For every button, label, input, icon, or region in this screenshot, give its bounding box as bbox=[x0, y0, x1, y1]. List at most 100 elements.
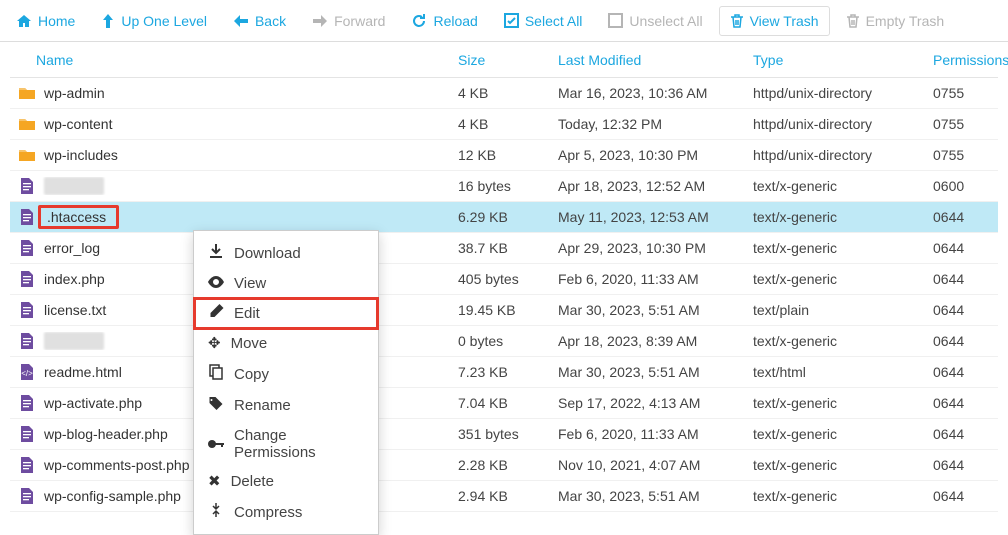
file-type: text/x-generic bbox=[745, 271, 925, 287]
file-size: 6.29 KB bbox=[450, 209, 550, 225]
col-name[interactable]: Name bbox=[10, 52, 450, 68]
empty-trash-label: Empty Trash bbox=[866, 13, 945, 29]
file-modified: Feb 6, 2020, 11:33 AM bbox=[550, 426, 745, 442]
ctx-change-permissions[interactable]: Change Permissions bbox=[194, 421, 378, 467]
file-type: text/x-generic bbox=[745, 395, 925, 411]
folder-icon bbox=[18, 115, 36, 133]
context-menu: Download View Edit ✥Move Copy Rename Change Pe… bbox=[193, 230, 379, 535]
file-modified: Mar 30, 2023, 5:51 AM bbox=[550, 488, 745, 504]
file-name: index.php bbox=[44, 271, 105, 287]
file-name: license.txt bbox=[44, 302, 106, 318]
file-type: text/x-generic bbox=[745, 333, 925, 349]
ctx-label: Copy bbox=[234, 366, 269, 383]
file-modified: Apr 29, 2023, 10:30 PM bbox=[550, 240, 745, 256]
x-icon: ✖ bbox=[208, 473, 221, 490]
ctx-label: Move bbox=[231, 335, 268, 352]
unselect-all-icon bbox=[608, 13, 623, 28]
home-button[interactable]: Home bbox=[6, 7, 85, 35]
file-perm: 0644 bbox=[925, 457, 1008, 473]
file-name: wp-config-sample.php bbox=[44, 488, 181, 504]
ctx-move[interactable]: ✥Move bbox=[194, 329, 378, 358]
ctx-compress[interactable]: Compress bbox=[194, 496, 378, 528]
back-label: Back bbox=[255, 13, 286, 29]
file-modified: Mar 30, 2023, 5:51 AM bbox=[550, 364, 745, 380]
file-modified: Apr 18, 2023, 12:52 AM bbox=[550, 178, 745, 194]
home-label: Home bbox=[38, 13, 75, 29]
table-row[interactable]: readme.html7.23 KBMar 30, 2023, 5:51 AMt… bbox=[10, 357, 998, 388]
view-trash-button[interactable]: View Trash bbox=[719, 6, 830, 36]
table-row[interactable]: wp-activate.php 7.04 KBSep 17, 2022, 4:13… bbox=[10, 388, 998, 419]
forward-arrow-icon bbox=[312, 14, 328, 28]
back-arrow-icon bbox=[233, 14, 249, 28]
back-button[interactable]: Back bbox=[223, 7, 296, 35]
file-icon bbox=[18, 456, 36, 474]
table-row[interactable]: .htaccess6.29 KBMay 11, 2023, 12:53 AMte… bbox=[10, 202, 998, 233]
reload-button[interactable]: Reload bbox=[401, 7, 487, 35]
unselect-all-label: Unselect All bbox=[629, 13, 702, 29]
file-icon bbox=[18, 487, 36, 505]
table-row[interactable]: license.txt19.45 KBMar 30, 2023, 5:51 AM… bbox=[10, 295, 998, 326]
table-row[interactable]: wp-comments-post.php2.28 KBNov 10, 2021,… bbox=[10, 450, 998, 481]
file-perm: 0644 bbox=[925, 271, 1008, 287]
file-perm: 0644 bbox=[925, 302, 1008, 318]
html-icon bbox=[18, 363, 36, 381]
table-row[interactable]: index.php405 bytesFeb 6, 2020, 11:33 AMt… bbox=[10, 264, 998, 295]
table-row[interactable]: 0 bytesApr 18, 2023, 8:39 AMtext/x-gener… bbox=[10, 326, 998, 357]
ctx-delete[interactable]: ✖ Delete bbox=[194, 467, 378, 496]
file-table: Name Size Last Modified Type Permissions… bbox=[0, 42, 1008, 512]
col-type[interactable]: Type bbox=[745, 52, 925, 68]
file-name: readme.html bbox=[44, 364, 122, 380]
col-size[interactable]: Size bbox=[450, 52, 550, 68]
up-button[interactable]: Up One Level bbox=[91, 7, 217, 35]
ctx-label: Delete bbox=[231, 473, 274, 490]
file-modified: Nov 10, 2021, 4:07 AM bbox=[550, 457, 745, 473]
table-row[interactable]: wp-includes12 KBApr 5, 2023, 10:30 PMhtt… bbox=[10, 140, 998, 171]
ctx-copy[interactable]: Copy bbox=[194, 358, 378, 390]
file-icon bbox=[18, 177, 36, 195]
file-perm: 0755 bbox=[925, 116, 1008, 132]
table-row[interactable]: error_log38.7 KBApr 29, 2023, 10:30 PMte… bbox=[10, 233, 998, 264]
file-perm: 0644 bbox=[925, 333, 1008, 349]
ctx-label: Compress bbox=[234, 504, 302, 521]
table-row[interactable]: wp-blog-header.php351 bytesFeb 6, 2020, … bbox=[10, 419, 998, 450]
ctx-label: View bbox=[234, 275, 266, 292]
file-size: 7.04 KB bbox=[450, 395, 550, 411]
ctx-rename[interactable]: Rename bbox=[194, 390, 378, 421]
file-perm: 0644 bbox=[925, 209, 1008, 225]
ctx-label: Rename bbox=[234, 397, 291, 414]
table-row[interactable]: wp-config-sample.php 2.94 KBMar 30, 2023,… bbox=[10, 481, 998, 512]
table-row[interactable]: wp-content4 KBToday, 12:32 PMhttpd/unix-… bbox=[10, 109, 998, 140]
compress-icon bbox=[208, 502, 224, 522]
file-icon bbox=[18, 332, 36, 350]
file-size: 2.94 KB bbox=[450, 488, 550, 504]
file-modified: Sep 17, 2022, 4:13 AM bbox=[550, 395, 745, 411]
reload-label: Reload bbox=[433, 13, 477, 29]
file-type: httpd/unix-directory bbox=[745, 147, 925, 163]
table-row[interactable]: 16 bytesApr 18, 2023, 12:52 AMtext/x-gen… bbox=[10, 171, 998, 202]
file-size: 4 KB bbox=[450, 85, 550, 101]
file-icon bbox=[18, 239, 36, 257]
col-perm[interactable]: Permissions bbox=[925, 52, 1008, 68]
view-trash-label: View Trash bbox=[750, 13, 819, 29]
ctx-label: Change Permissions bbox=[234, 427, 364, 461]
ctx-label: Edit bbox=[234, 305, 260, 322]
copy-icon bbox=[208, 364, 224, 384]
file-perm: 0644 bbox=[925, 488, 1008, 504]
ctx-edit[interactable]: Edit bbox=[194, 298, 378, 329]
file-size: 38.7 KB bbox=[450, 240, 550, 256]
tag-icon bbox=[208, 396, 224, 415]
ctx-download[interactable]: Download bbox=[194, 237, 378, 269]
select-all-button[interactable]: Select All bbox=[494, 7, 593, 35]
file-name: wp-activate.php bbox=[44, 395, 142, 411]
file-name: wp-blog-header.php bbox=[44, 426, 168, 442]
trash-icon bbox=[730, 13, 744, 29]
ctx-view[interactable]: View bbox=[194, 269, 378, 298]
col-modified[interactable]: Last Modified bbox=[550, 52, 745, 68]
file-perm: 0644 bbox=[925, 364, 1008, 380]
up-label: Up One Level bbox=[121, 13, 207, 29]
table-header-row: Name Size Last Modified Type Permissions bbox=[10, 42, 998, 78]
file-modified: May 11, 2023, 12:53 AM bbox=[550, 209, 745, 225]
file-type: text/x-generic bbox=[745, 178, 925, 194]
table-row[interactable]: wp-admin4 KBMar 16, 2023, 10:36 AMhttpd/… bbox=[10, 78, 998, 109]
ctx-label: Download bbox=[234, 245, 301, 262]
